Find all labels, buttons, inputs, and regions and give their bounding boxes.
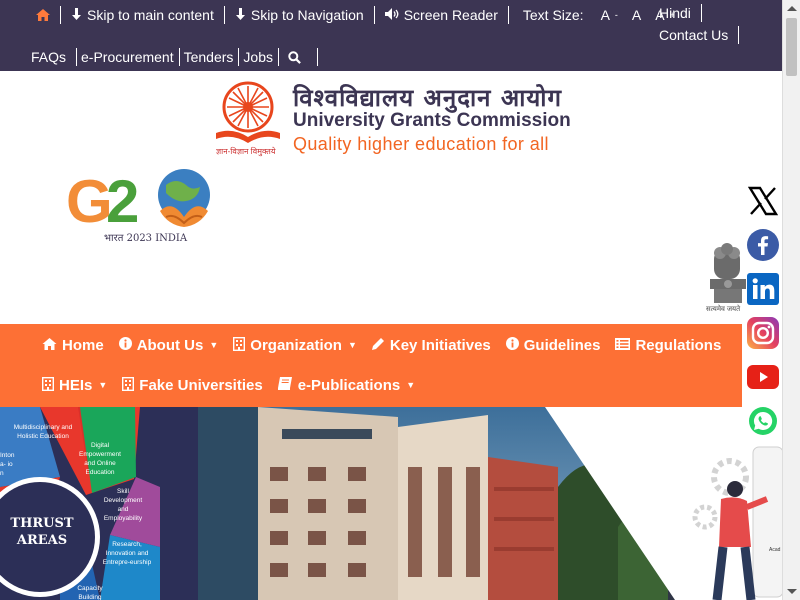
g20-subtitle: भारत 2023 INDIA <box>104 233 188 244</box>
book-icon <box>277 377 293 393</box>
thrust-areas-wheel: THRUST AREAS Multidisciplinary and Holis… <box>0 407 200 600</box>
tenders-link[interactable]: Tenders <box>180 48 240 66</box>
wheel-label-partial: Intona- ion <box>0 452 15 477</box>
ugc-english-name: University Grants Commission <box>293 110 571 131</box>
text-normal-button[interactable]: A <box>625 6 648 24</box>
info-icon <box>505 337 519 353</box>
svg-text:2: 2 <box>106 168 139 235</box>
nav-heis[interactable]: HEIs ▼ <box>41 376 108 394</box>
top-utility-bar: Skip to main content Skip to Navigation … <box>0 0 782 71</box>
pencil-icon <box>371 337 385 353</box>
home-icon[interactable] <box>28 6 61 24</box>
caret-down-icon: ▼ <box>347 340 357 350</box>
emblem-subtitle: ज्ञान-विज्ञान विमुक्तये <box>216 147 276 156</box>
ugc-logo[interactable] <box>210 77 286 157</box>
hindi-link[interactable]: Hindi <box>649 4 702 22</box>
arrow-down-icon <box>235 7 246 23</box>
nav-key-initiatives[interactable]: Key Initiatives <box>371 337 491 354</box>
page-scrollbar[interactable] <box>782 0 800 600</box>
hero-banner[interactable]: THRUST AREAS Multidisciplinary and Holis… <box>0 407 782 600</box>
nav-epublications[interactable]: e-Publications ▼ <box>277 377 416 394</box>
wheel-label-multidisciplinary: Multidisciplinary and Holistic Education <box>13 424 73 440</box>
nav-about[interactable]: About Us ▼ <box>118 337 219 354</box>
x-twitter-icon[interactable] <box>744 182 782 220</box>
wheel-label-capacity: Capacity Building <box>77 585 103 600</box>
caret-down-icon: ▼ <box>209 340 219 350</box>
nav-guidelines[interactable]: Guidelines <box>505 337 600 354</box>
caret-down-icon: ▼ <box>406 380 416 390</box>
facebook-icon[interactable] <box>744 226 782 264</box>
arrow-down-icon <box>71 7 82 23</box>
eprocurement-link[interactable]: e-Procurement <box>77 48 180 66</box>
wheel-label-skill: Skill Development and Employability <box>103 488 143 522</box>
nav-home[interactable]: Home <box>42 337 104 354</box>
building-icon <box>41 376 55 394</box>
list-icon <box>615 337 631 353</box>
screen-reader-link[interactable]: Screen Reader <box>375 6 509 24</box>
jobs-link[interactable]: Jobs <box>239 48 279 66</box>
building-icon <box>233 336 246 354</box>
scroll-up-arrow[interactable] <box>787 6 797 11</box>
main-navigation: Home About Us ▼ Organization ▼ Key Initiat… <box>0 324 742 407</box>
info-icon <box>118 337 132 353</box>
site-header: ज्ञान-विज्ञान विमुक्तये विश्वविद्यालय अन… <box>0 71 782 324</box>
contact-link[interactable]: Contact Us <box>649 26 740 44</box>
building-icon <box>122 376 135 394</box>
linkedin-icon[interactable] <box>744 270 782 308</box>
wheel-label-research: Research, Innovation and Entrepre-eurshi… <box>102 541 152 566</box>
nav-fake-universities[interactable]: Fake Universities <box>122 376 263 394</box>
text-size-label: Text Size: <box>522 7 584 23</box>
youtube-icon[interactable] <box>744 358 782 396</box>
skip-main-link[interactable]: Skip to main content <box>61 6 225 24</box>
emblem-motto: सत्यमेव जयते <box>706 306 741 313</box>
caret-down-icon: ▼ <box>98 380 108 390</box>
scrollbar-thumb[interactable] <box>786 18 797 76</box>
home-icon <box>42 337 57 353</box>
volume-icon <box>384 7 399 23</box>
faqs-link[interactable]: FAQs <box>28 48 78 66</box>
skip-nav-link[interactable]: Skip to Navigation <box>225 6 375 24</box>
thrust-label: THRUST <box>10 516 73 531</box>
nav-regulations[interactable]: Regulations <box>615 337 721 354</box>
wheel-label-digital: Digital Empowerment and Online Education <box>79 442 121 476</box>
scroll-down-arrow[interactable] <box>787 589 797 594</box>
whatsapp-icon[interactable] <box>744 402 782 440</box>
instagram-icon[interactable] <box>744 314 782 352</box>
illustration-caption: Acad <box>769 547 781 553</box>
text-decrease-button[interactable]: A- <box>594 6 625 24</box>
ugc-tagline: Quality higher education for all <box>293 134 549 154</box>
areas-label: AREAS <box>16 533 67 548</box>
nav-organization[interactable]: Organization ▼ <box>233 336 357 354</box>
search-icon[interactable] <box>279 48 318 66</box>
